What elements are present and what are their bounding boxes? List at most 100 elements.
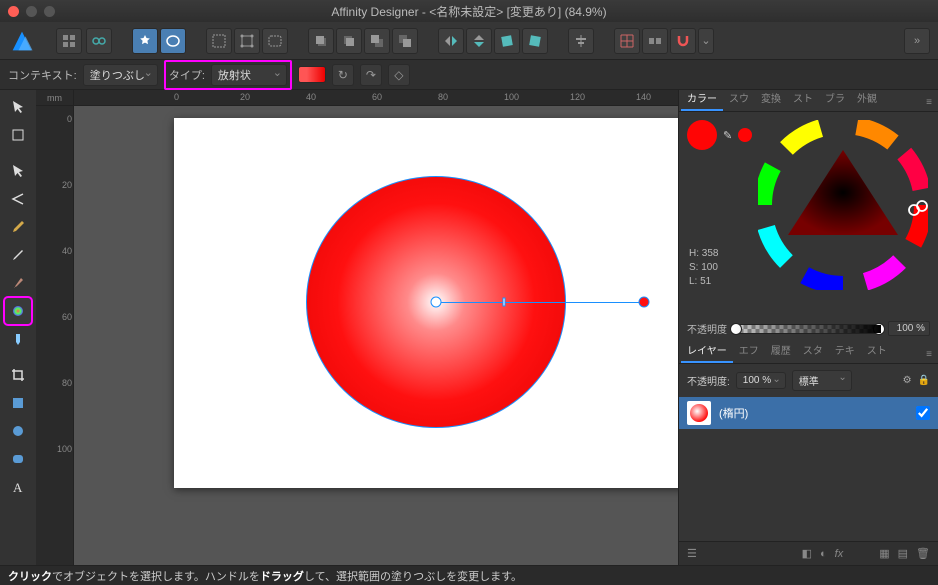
canvas-wrap: mm 0 20 40 60 80 100 120 140 160 0 20 40… bbox=[36, 90, 678, 565]
gradient-center-handle[interactable] bbox=[431, 297, 442, 308]
mask-layer-icon[interactable]: ◧ bbox=[802, 547, 812, 560]
layer-visibility-checkbox[interactable] bbox=[916, 406, 930, 420]
node-tool[interactable] bbox=[5, 158, 31, 184]
color-wheel[interactable] bbox=[758, 120, 928, 290]
ruler-vertical[interactable]: 0 20 40 60 80 100 bbox=[36, 106, 74, 565]
rotate-ccw-icon[interactable] bbox=[494, 28, 520, 54]
revert-defaults-icon[interactable] bbox=[160, 28, 186, 54]
color-panel-menu-icon[interactable]: ≡ bbox=[920, 94, 938, 111]
fill-tool[interactable] bbox=[5, 298, 31, 324]
snap-magnet-icon[interactable] bbox=[670, 28, 696, 54]
arrange-to-front-icon[interactable] bbox=[392, 28, 418, 54]
tab-color[interactable]: カラー bbox=[681, 87, 723, 111]
aspect-lock-icon[interactable]: ◇ bbox=[388, 64, 410, 86]
persona-pixel-icon[interactable] bbox=[86, 28, 112, 54]
main-area: A mm 0 20 40 60 80 100 120 140 160 0 20 … bbox=[0, 90, 938, 565]
status-text-2: して、選択範囲の塗りつぶしを変更します。 bbox=[304, 568, 522, 584]
status-text-1: でオブジェクトを選択します。ハンドルを bbox=[52, 568, 260, 584]
tab-text-styles[interactable]: テキ bbox=[829, 339, 861, 363]
color-opacity-slider[interactable] bbox=[733, 324, 882, 334]
status-bold-1: クリック bbox=[8, 568, 52, 584]
arrange-back-one-icon[interactable] bbox=[308, 28, 334, 54]
gradient-end-handle[interactable] bbox=[639, 297, 650, 308]
layer-opacity-label: 不透明度: bbox=[687, 373, 730, 388]
gradient-midpoint-handle[interactable] bbox=[503, 298, 506, 307]
color-panel-tabs: カラー スウ 変換 スト ブラ 外観 ≡ bbox=[679, 90, 938, 112]
tab-styles[interactable]: スタ bbox=[797, 339, 829, 363]
svg-text:A: A bbox=[13, 480, 23, 495]
tab-appearance[interactable]: 外観 bbox=[851, 87, 883, 111]
vector-brush-tool[interactable] bbox=[5, 270, 31, 296]
rotate-cw-icon[interactable] bbox=[522, 28, 548, 54]
color-opacity-value[interactable]: 100 % bbox=[888, 321, 930, 336]
delete-layer-icon[interactable]: 🗑 bbox=[916, 547, 930, 560]
fill-color-swatch[interactable] bbox=[687, 120, 717, 150]
snap-dropdown-icon[interactable]: ⌄ bbox=[698, 28, 714, 54]
right-panels: カラー スウ 変換 スト ブラ 外観 ≡ ✎ bbox=[678, 90, 938, 565]
layer-fx-icon[interactable]: fx bbox=[835, 548, 844, 560]
ruler-horizontal[interactable]: 0 20 40 60 80 100 120 140 160 bbox=[74, 90, 678, 106]
layers-panel-menu-icon[interactable]: ≡ bbox=[920, 346, 938, 363]
transform-select-icon[interactable] bbox=[206, 28, 232, 54]
transparency-tool[interactable] bbox=[5, 326, 31, 352]
transform-text-icon[interactable] bbox=[262, 28, 288, 54]
ruler-unit-label[interactable]: mm bbox=[36, 90, 74, 106]
tab-layers[interactable]: レイヤー bbox=[681, 339, 733, 363]
tab-stroke[interactable]: スト bbox=[787, 87, 819, 111]
tab-history[interactable]: 履歴 bbox=[765, 339, 797, 363]
gradient-type-select[interactable]: 放射状 bbox=[211, 64, 287, 86]
layer-thumbnail bbox=[687, 401, 711, 425]
rounded-rect-tool[interactable] bbox=[5, 446, 31, 472]
synchronize-defaults-icon[interactable] bbox=[132, 28, 158, 54]
status-bar: クリック でオブジェクトを選択します。ハンドルを ドラッグ して、選択範囲の塗り… bbox=[0, 565, 938, 585]
lock-layer-icon[interactable]: 🔒 bbox=[918, 375, 930, 386]
rotate-gradient-icon[interactable]: ↷ bbox=[360, 64, 382, 86]
tab-effects[interactable]: エフ bbox=[733, 339, 765, 363]
layer-blend-mode-select[interactable]: 標準 bbox=[792, 370, 852, 391]
snap-grid-icon[interactable] bbox=[614, 28, 640, 54]
tab-stock[interactable]: スト bbox=[861, 339, 893, 363]
layer-item[interactable]: (楕円) bbox=[679, 397, 938, 429]
tab-transform[interactable]: 変換 bbox=[755, 87, 787, 111]
hsl-readout: H: 358 S: 100 L: 51 bbox=[689, 247, 718, 289]
align-icon[interactable] bbox=[568, 28, 594, 54]
window-title: Affinity Designer - <名称未設定> [変更あり] (84.9… bbox=[0, 3, 938, 20]
app-logo-icon[interactable] bbox=[8, 27, 36, 55]
arrange-to-back-icon[interactable] bbox=[364, 28, 390, 54]
artboard[interactable] bbox=[174, 118, 678, 488]
text-tool[interactable]: A bbox=[5, 474, 31, 500]
canvas[interactable] bbox=[74, 106, 678, 565]
add-pixel-layer-icon[interactable]: ▦ bbox=[879, 547, 889, 560]
pencil-tool[interactable] bbox=[5, 242, 31, 268]
secondary-color-swatch[interactable] bbox=[738, 128, 752, 142]
gradient-path[interactable] bbox=[436, 302, 644, 303]
fill-mode-select[interactable]: 塗りつぶし bbox=[83, 64, 158, 86]
eyedropper-icon[interactable]: ✎ bbox=[723, 129, 732, 142]
blend-ranges-icon[interactable]: ⚙ bbox=[903, 375, 912, 386]
add-layer-icon[interactable]: ▤ bbox=[898, 547, 908, 560]
gradient-swatch-button[interactable] bbox=[298, 66, 326, 83]
shape-tool[interactable] bbox=[5, 390, 31, 416]
snap-guides-icon[interactable] bbox=[642, 28, 668, 54]
flip-horizontal-icon[interactable] bbox=[438, 28, 464, 54]
tab-swatches[interactable]: スウ bbox=[723, 87, 755, 111]
artboard-tool[interactable] bbox=[5, 122, 31, 148]
persona-designer-icon[interactable] bbox=[56, 28, 82, 54]
move-tool[interactable] bbox=[5, 94, 31, 120]
ellipse-tool[interactable] bbox=[5, 418, 31, 444]
transform-object-icon[interactable] bbox=[234, 28, 260, 54]
layer-opacity-value[interactable]: 100 % bbox=[736, 372, 786, 389]
layers-panel-tabs: レイヤー エフ 履歴 スタ テキ スト ≡ bbox=[679, 342, 938, 364]
flip-vertical-icon[interactable] bbox=[466, 28, 492, 54]
reverse-gradient-icon[interactable]: ↻ bbox=[332, 64, 354, 86]
corner-tool[interactable] bbox=[5, 186, 31, 212]
adjustment-layer-icon[interactable]: ◐ bbox=[820, 548, 827, 560]
top-toolbar: ⌄ » bbox=[0, 22, 938, 60]
toolbar-overflow-icon[interactable]: » bbox=[904, 28, 930, 54]
layers-stack-icon[interactable]: ☰ bbox=[687, 547, 697, 560]
tab-brushes[interactable]: ブラ bbox=[819, 87, 851, 111]
arrange-forward-one-icon[interactable] bbox=[336, 28, 362, 54]
pen-tool[interactable] bbox=[5, 214, 31, 240]
crop-tool[interactable] bbox=[5, 362, 31, 388]
context-label: コンテキスト: bbox=[8, 67, 77, 83]
